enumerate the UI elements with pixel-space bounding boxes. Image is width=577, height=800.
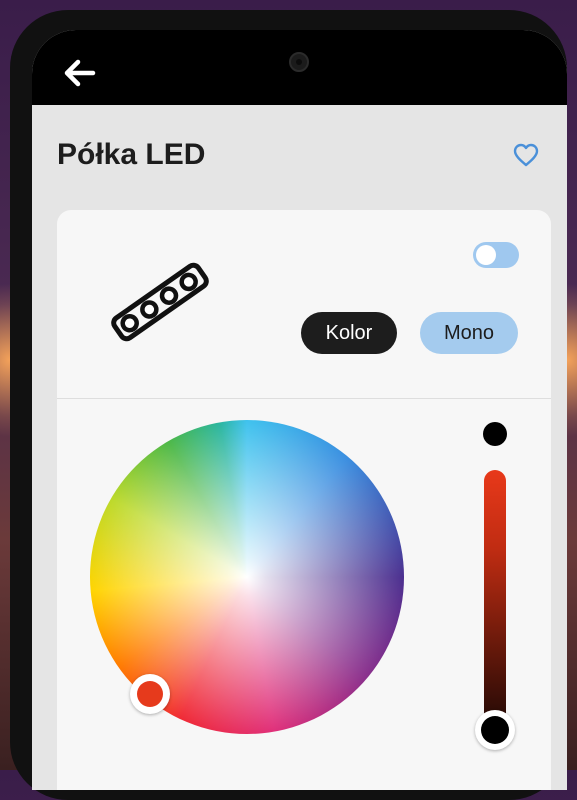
front-camera [289,52,309,72]
brightness-slider[interactable] [484,470,506,732]
brightness-max-marker [483,422,507,446]
back-button[interactable] [60,56,100,90]
device-control-card: Kolor Mono [57,210,551,790]
mode-mono-button[interactable]: Mono [420,312,518,354]
favorite-button[interactable] [510,140,542,170]
device-summary: Kolor Mono [57,210,551,398]
app-screen: Półka LED Kolor Mono [32,30,567,790]
heart-outline-icon [513,143,539,167]
top-bar [32,30,567,105]
power-toggle[interactable] [473,242,519,268]
phone-frame: Półka LED Kolor Mono [10,10,567,800]
page-title: Półka LED [57,138,206,171]
led-strip-icon [111,262,209,342]
mode-kolor-button[interactable]: Kolor [301,312,397,354]
card-divider [57,398,551,399]
color-wheel-handle[interactable] [130,674,170,714]
brightness-slider-handle[interactable] [475,710,515,750]
arrow-left-icon [64,59,96,87]
power-toggle-knob [476,245,496,265]
